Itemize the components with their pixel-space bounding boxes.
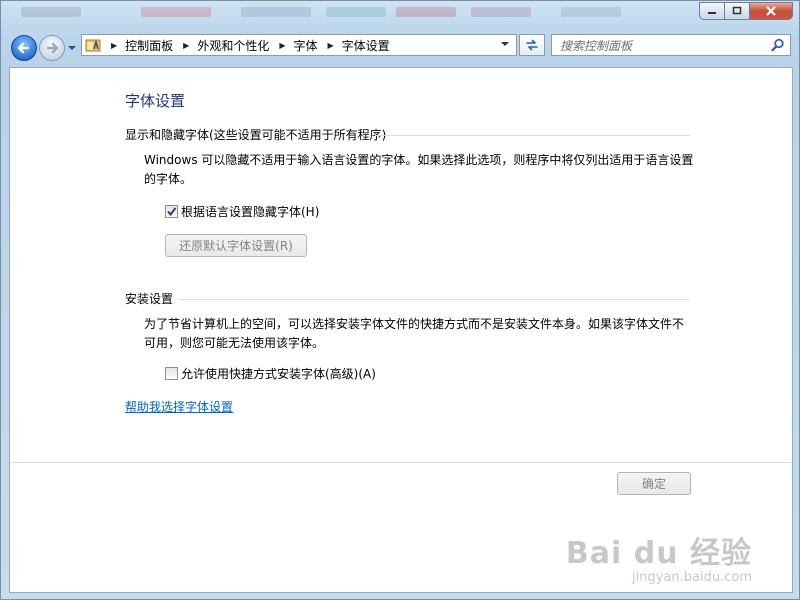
forward-arrow-icon (46, 42, 59, 54)
shortcut-install-checkbox-row[interactable]: 允许使用快捷方式安装字体(高级)(A) (165, 365, 376, 382)
forward-button[interactable] (39, 35, 65, 61)
address-dropdown-icon[interactable] (500, 41, 510, 47)
breadcrumb-appearance[interactable]: 外观和个性化 (197, 37, 269, 54)
checkmark-icon (167, 207, 177, 217)
back-arrow-icon (17, 42, 30, 54)
breadcrumb-fonts[interactable]: 字体 (294, 37, 318, 54)
restore-default-font-settings-button[interactable]: 还原默认字体设置(R) (165, 234, 307, 257)
section-divider (375, 135, 690, 136)
hide-fonts-checkbox[interactable] (165, 205, 178, 218)
background-taskbar-blur (1, 1, 691, 23)
shortcut-install-checkbox-label: 允许使用快捷方式安装字体(高级)(A) (181, 367, 376, 381)
shortcut-install-checkbox[interactable] (165, 367, 178, 380)
ok-button[interactable]: 确定 (617, 472, 691, 495)
breadcrumb-control-panel[interactable]: 控制面板 (125, 37, 173, 54)
minimize-button[interactable] (699, 2, 725, 20)
section-description-install: 为了节省计算机上的空间，可以选择安装字体文件的快捷方式而不是安装文件本身。如果该… (144, 317, 685, 350)
window-controls (699, 2, 793, 20)
help-font-settings-link[interactable]: 帮助我选择字体设置 (125, 398, 233, 415)
breadcrumb: ▶ 控制面板 ▶ 外观和个性化 ▶ 字体 ▶ 字体设置 (101, 37, 390, 54)
breadcrumb-separator-icon: ▶ (111, 40, 118, 50)
maximize-icon (732, 6, 742, 15)
back-button[interactable] (11, 35, 37, 61)
section-heading-show-hide: 显示和隐藏字体(这些设置可能不适用于所有程序) (125, 128, 387, 142)
page-title: 字体设置 (125, 92, 186, 110)
minimize-icon (708, 12, 716, 14)
history-dropdown-icon[interactable] (67, 45, 77, 51)
breadcrumb-separator-icon: ▶ (183, 40, 190, 50)
footer-divider (10, 462, 792, 463)
close-icon (766, 6, 776, 16)
hide-fonts-checkbox-row[interactable]: 根据语言设置隐藏字体(H) (165, 203, 319, 220)
breadcrumb-font-settings[interactable]: 字体设置 (342, 37, 390, 54)
refresh-button[interactable] (519, 34, 545, 56)
breadcrumb-separator-icon: ▶ (327, 40, 334, 50)
section-divider (180, 299, 690, 300)
section-description-show-hide: Windows 可以隐藏不适用于输入语言设置的字体。如果选择此选项，则程序中将仅… (144, 153, 694, 186)
watermark-url: jingyan.baidu.com (632, 570, 752, 585)
refresh-icon (526, 39, 538, 51)
content-pane: 字体设置 显示和隐藏字体(这些设置可能不适用于所有程序) Windows 可以隐… (9, 67, 793, 593)
watermark-logo-text: Bai du 经验 (565, 536, 752, 571)
section-heading-install: 安装设置 (125, 292, 174, 306)
search-input[interactable] (558, 36, 762, 56)
close-button[interactable] (749, 2, 793, 20)
maximize-button[interactable] (724, 2, 750, 20)
window-frame: ▶ 控制面板 ▶ 外观和个性化 ▶ 字体 ▶ 字体设置 字体 (0, 0, 800, 600)
control-panel-folder-icon (85, 39, 101, 52)
address-bar[interactable]: ▶ 控制面板 ▶ 外观和个性化 ▶ 字体 ▶ 字体设置 (81, 34, 517, 56)
search-box (551, 34, 791, 56)
breadcrumb-separator-icon: ▶ (279, 40, 286, 50)
magnifier-icon[interactable] (771, 38, 785, 52)
hide-fonts-checkbox-label: 根据语言设置隐藏字体(H) (181, 205, 320, 219)
navigation-bar: ▶ 控制面板 ▶ 外观和个性化 ▶ 字体 ▶ 字体设置 (1, 31, 800, 63)
baidu-watermark: Bai du 经验 jingyan.baidu.com (566, 528, 752, 585)
